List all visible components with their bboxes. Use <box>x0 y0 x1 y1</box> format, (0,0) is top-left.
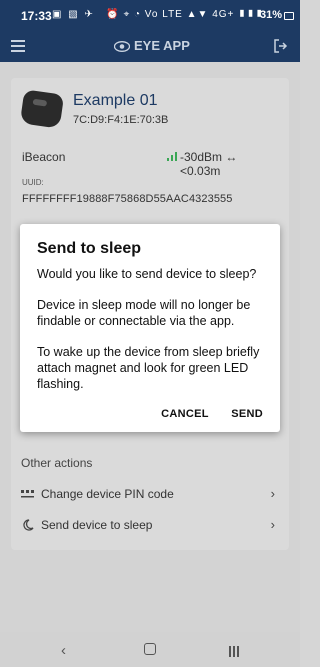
send-to-sleep-label: Send device to sleep <box>41 518 153 532</box>
rssi-distance: -30dBm ↔ <0.03m <box>180 150 238 178</box>
logout-icon[interactable] <box>272 38 288 54</box>
dialog-title: Send to sleep <box>37 240 142 257</box>
dialog-instructions: To wake up the device from sleep briefly… <box>37 345 260 391</box>
eye-logo-icon <box>114 41 130 52</box>
beacon-type-label: iBeacon <box>22 150 66 164</box>
uuid-value: FFFFFFFF19888F75868D55AAC4323555 <box>22 193 233 205</box>
notification-icons: ▣ ▧ ✈ <box>52 9 95 20</box>
cancel-button[interactable]: CANCEL <box>161 408 209 420</box>
menu-icon[interactable] <box>11 40 25 52</box>
change-pin-action[interactable]: Change device PIN code › <box>21 486 277 504</box>
chevron-right-icon: › <box>270 486 275 501</box>
home-icon[interactable] <box>144 643 156 655</box>
device-name: Example 01 <box>73 92 158 109</box>
send-button[interactable]: SEND <box>231 408 263 420</box>
battery-icon <box>284 12 294 20</box>
signal-strength-icon <box>167 152 177 161</box>
app-title: EYE APP <box>134 38 190 53</box>
status-time: 17:33 <box>21 9 52 23</box>
uuid-label: UUID: <box>22 178 44 187</box>
status-bar: 17:33 ▣ ▧ ✈ ⏰ ⌖ ◔ Vo LTE ▲▼ 4G+ ▮▮▮ 31% <box>0 0 300 32</box>
dialog-warning: Device in sleep mode will no longer be f… <box>37 298 251 328</box>
send-to-sleep-dialog: Send to sleep Would you like to send dev… <box>20 224 280 432</box>
app-bar: EYE APP <box>0 32 300 62</box>
ibeacon-row: iBeacon -30dBm ↔ <0.03m <box>22 150 280 178</box>
system-nav-bar: ‹ <box>0 632 300 667</box>
device-mac-address: 7C:D9:F4:1E:70:3B <box>73 114 169 126</box>
recent-apps-icon[interactable] <box>229 644 241 657</box>
change-pin-label: Change device PIN code <box>41 487 174 501</box>
moon-icon <box>23 519 34 531</box>
dialog-question: Would you like to send device to sleep? <box>37 267 257 281</box>
back-icon[interactable]: ‹ <box>61 642 66 659</box>
system-status-icons: ⏰ ⌖ ◔ Vo LTE ▲▼ 4G+ ▮▮▮ <box>106 9 264 20</box>
chevron-right-icon: › <box>270 517 275 532</box>
pin-dots-icon <box>21 490 34 498</box>
dialog-actions: CANCEL SEND <box>143 404 263 420</box>
battery-level: 31% <box>259 9 282 21</box>
other-actions-heading: Other actions <box>21 456 93 470</box>
device-image <box>19 89 65 129</box>
dialog-body: Would you like to send device to sleep? … <box>37 266 269 407</box>
send-to-sleep-action[interactable]: Send device to sleep › <box>21 517 277 535</box>
